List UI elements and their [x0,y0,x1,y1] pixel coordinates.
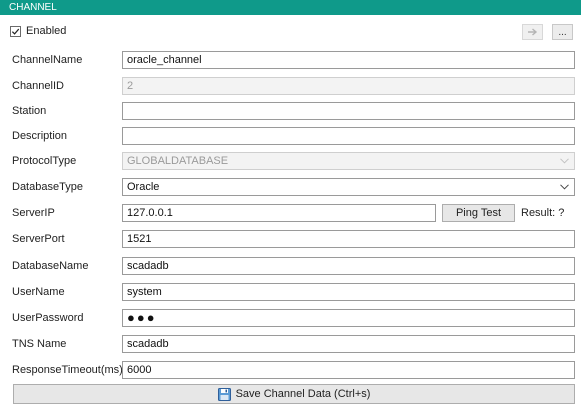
enabled-checkbox-row[interactable]: Enabled [10,23,66,39]
protocol-type-label: ProtocolType [12,155,77,167]
ping-test-button[interactable]: Ping Test [442,204,515,222]
more-options-label: ... [558,26,567,38]
channel-id-row: ChannelID 2 [0,76,581,96]
description-row: Description [0,126,581,146]
database-name-row: DatabaseName scadadb [0,256,581,276]
tns-name-input[interactable]: scadadb [122,335,575,353]
station-input[interactable] [122,102,575,120]
server-port-input[interactable]: 1521 [122,230,575,248]
channel-name-input[interactable]: oracle_channel [122,51,575,69]
section-header: CHANNEL [0,0,581,15]
channel-id-input: 2 [122,77,575,95]
arrow-button[interactable] [522,24,543,40]
tns-name-label: TNS Name [12,338,67,350]
section-title: CHANNEL [9,2,57,13]
more-options-button[interactable]: ... [552,24,573,40]
save-icon [217,387,231,401]
ping-result-text: Result: ? [521,207,565,219]
protocol-type-value: GLOBALDATABASE [127,155,229,167]
protocol-type-row: ProtocolType GLOBALDATABASE [0,151,581,171]
enabled-checkbox[interactable] [10,25,21,37]
channel-name-label: ChannelName [12,54,83,66]
server-port-row: ServerPort 1521 [0,229,581,249]
user-password-label: UserPassword [12,312,84,324]
database-type-row: DatabaseType Oracle [0,177,581,197]
response-timeout-label: ResponseTimeout(ms) [12,364,123,376]
database-name-input[interactable]: scadadb [122,257,575,275]
tns-name-row: TNS Name scadadb [0,334,581,354]
description-input[interactable] [122,127,575,145]
chevron-down-icon [560,184,569,190]
channel-name-row: ChannelName oracle_channel [0,50,581,70]
channel-id-label: ChannelID [12,80,64,92]
database-type-select[interactable]: Oracle [122,178,575,196]
save-button-label: Save Channel Data (Ctrl+s) [235,388,371,400]
user-name-label: UserName [12,286,65,298]
user-name-input[interactable]: system [122,283,575,301]
user-name-row: UserName system [0,282,581,302]
protocol-type-select: GLOBALDATABASE [122,152,575,170]
description-label: Description [12,130,68,142]
check-icon [11,28,20,35]
user-password-row: UserPassword ●●● [0,308,581,328]
station-label: Station [12,105,47,117]
server-port-label: ServerPort [12,233,65,245]
station-row: Station [0,101,581,121]
chevron-down-icon [560,158,569,164]
save-channel-button[interactable]: Save Channel Data (Ctrl+s) [13,384,575,404]
response-timeout-row: ResponseTimeout(ms) 6000 [0,360,581,380]
database-name-label: DatabaseName [12,260,89,272]
enabled-label: Enabled [26,25,67,37]
database-type-value: Oracle [127,181,160,193]
arrow-icon [528,28,538,36]
response-timeout-input[interactable]: 6000 [122,361,575,379]
database-type-label: DatabaseType [12,181,83,193]
server-ip-input[interactable]: 127.0.0.1 [122,204,436,222]
server-ip-label: ServerIP [12,207,55,219]
server-ip-row: ServerIP 127.0.0.1 Ping Test Result: ? [0,203,581,223]
user-password-input[interactable]: ●●● [122,309,575,327]
